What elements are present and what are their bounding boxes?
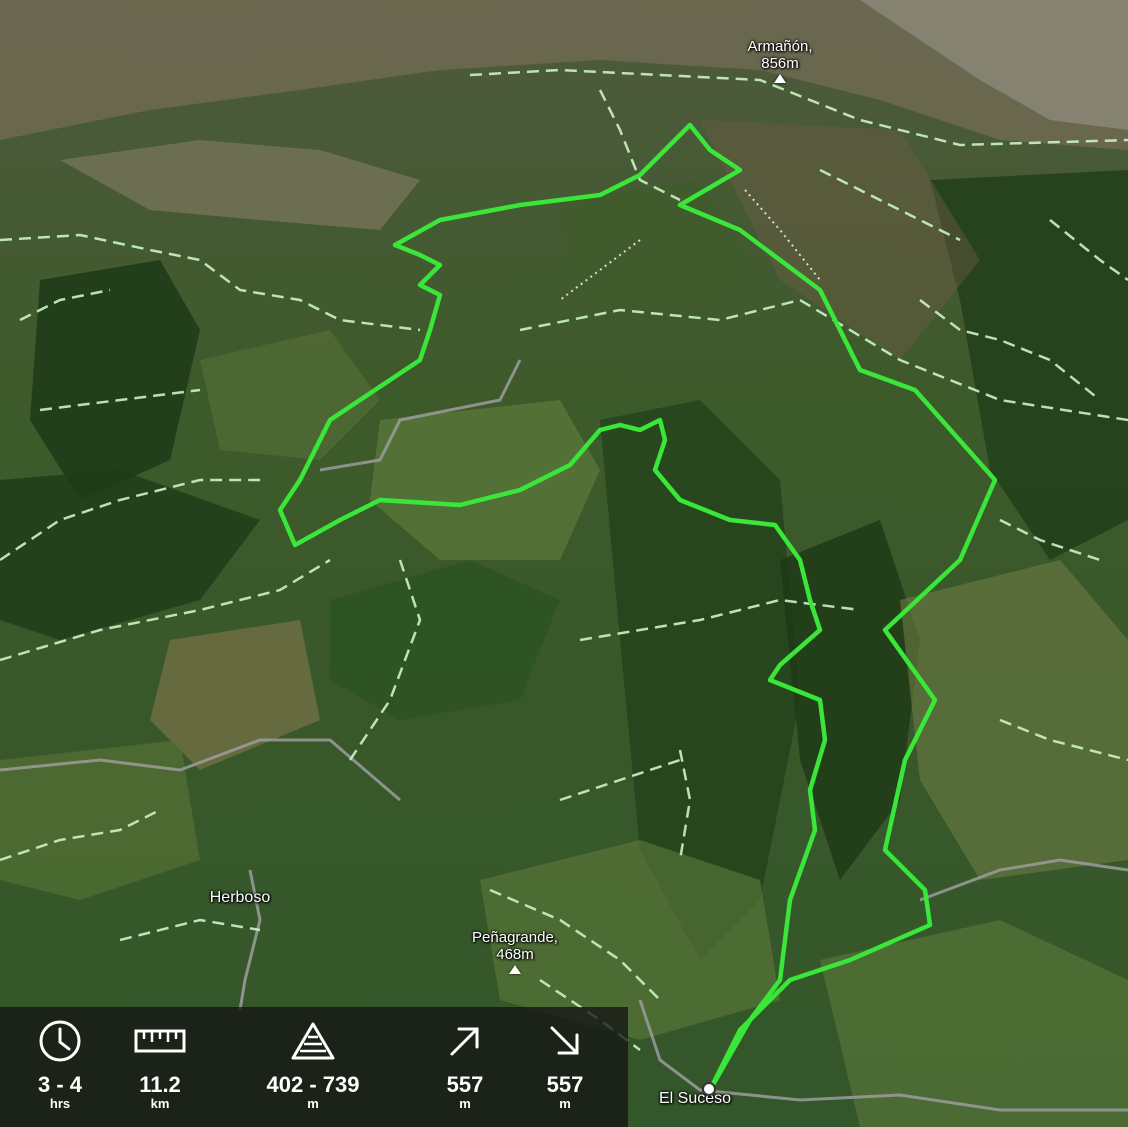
peak-elevation: 856m: [761, 55, 799, 72]
elevation-value: 402 - 739: [266, 1072, 360, 1097]
village-label-herboso: Herboso: [209, 889, 271, 906]
ruler-icon: [120, 1019, 200, 1063]
peak-icon: [774, 74, 786, 83]
descent-value: 557: [546, 1072, 584, 1097]
route-stats-panel: 3 - 4 hrs 11.2 km 402 - 739 m 557 m 557 …: [0, 1007, 628, 1127]
peak-label-armanon: Armañón, 856m: [720, 38, 840, 83]
clock-icon: [20, 1019, 100, 1063]
peak-elevation: 468m: [496, 946, 534, 963]
ascent-value: 557: [446, 1072, 484, 1097]
descent-unit: m: [559, 1096, 571, 1111]
stat-duration: 3 - 4 hrs: [20, 1019, 100, 1111]
ascent-unit: m: [459, 1096, 471, 1111]
arrow-down-right-icon: [525, 1019, 605, 1063]
peak-name: Peñagrande,: [472, 929, 558, 946]
stat-descent: 557 m: [525, 1019, 605, 1111]
distance-value: 11.2: [139, 1072, 181, 1097]
peak-icon: [509, 965, 521, 974]
start-marker-icon[interactable]: [702, 1082, 716, 1096]
duration-unit: hrs: [49, 1096, 71, 1111]
peak-label-penagrande: Peñagrande, 468m: [455, 929, 575, 974]
arrow-up-right-icon: [425, 1019, 505, 1063]
stat-distance: 11.2 km: [120, 1019, 200, 1111]
duration-value: 3 - 4: [37, 1072, 83, 1097]
village-label-el-suceso: El Suceso: [658, 1090, 732, 1107]
stat-ascent: 557 m: [425, 1019, 505, 1111]
elevation-unit: m: [307, 1096, 319, 1111]
stat-elevation: 402 - 739 m: [248, 1019, 378, 1111]
distance-unit: km: [150, 1096, 170, 1111]
peak-name: Armañón,: [747, 38, 813, 55]
mountain-icon: [248, 1019, 378, 1063]
